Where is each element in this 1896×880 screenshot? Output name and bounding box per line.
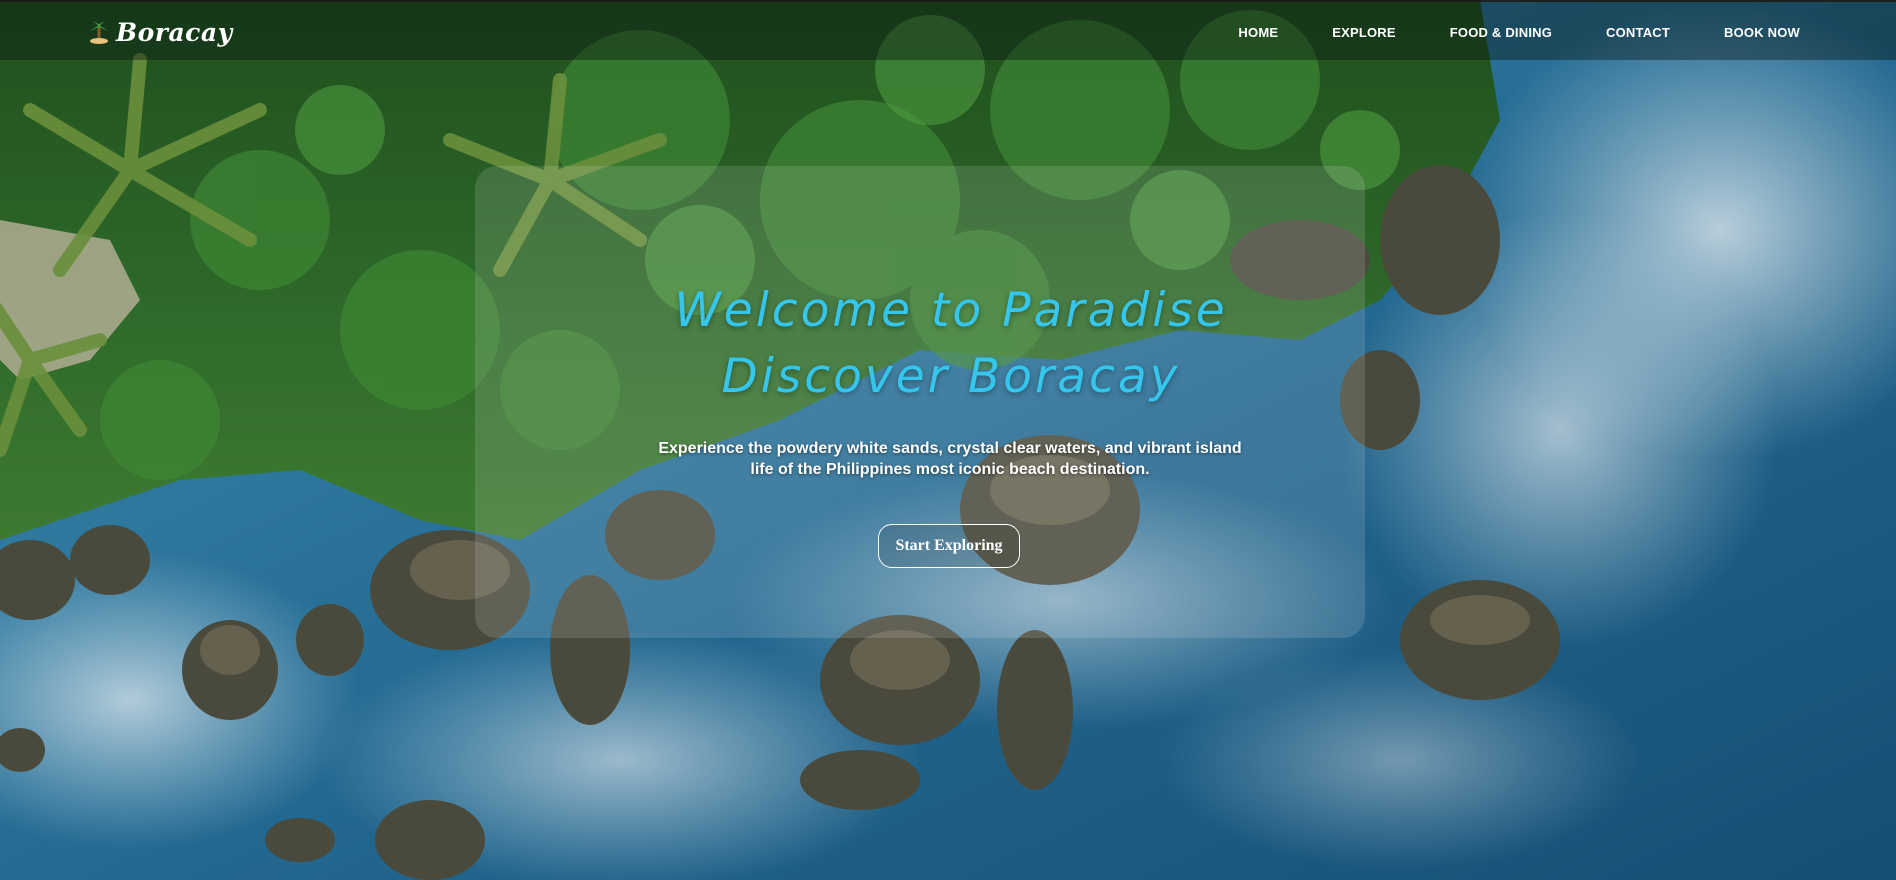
main-nav: HOME EXPLORE FOOD & DINING CONTACT BOOK … (1184, 2, 1800, 62)
headline-line-1: Welcome to Paradise (674, 283, 1228, 338)
headline-line-2: Discover Boracay (721, 349, 1181, 404)
hero-subtext: Experience the powdery white sands, crys… (610, 438, 1290, 480)
nav-food-dining[interactable]: FOOD & DINING (1450, 25, 1552, 40)
subtext-line-2: life of the Philippines most iconic beac… (750, 461, 1150, 478)
start-exploring-button[interactable]: Start Exploring (878, 524, 1020, 568)
brand-logo[interactable]: Boracay (88, 16, 233, 48)
nav-home[interactable]: HOME (1238, 25, 1278, 40)
nav-book-now[interactable]: BOOK NOW (1724, 25, 1800, 40)
hero-headline: Welcome to Paradise Discover Boracay (475, 278, 1427, 410)
nav-explore[interactable]: EXPLORE (1332, 25, 1396, 40)
hero-section: Boracay HOME EXPLORE FOOD & DINING CONTA… (0, 0, 1896, 880)
brand-name: Boracay (116, 17, 233, 47)
nav-contact[interactable]: CONTACT (1606, 25, 1670, 40)
subtext-line-1: Experience the powdery white sands, crys… (658, 440, 1242, 457)
palm-island-icon (90, 21, 108, 44)
top-navbar: Boracay HOME EXPLORE FOOD & DINING CONTA… (0, 0, 1896, 60)
